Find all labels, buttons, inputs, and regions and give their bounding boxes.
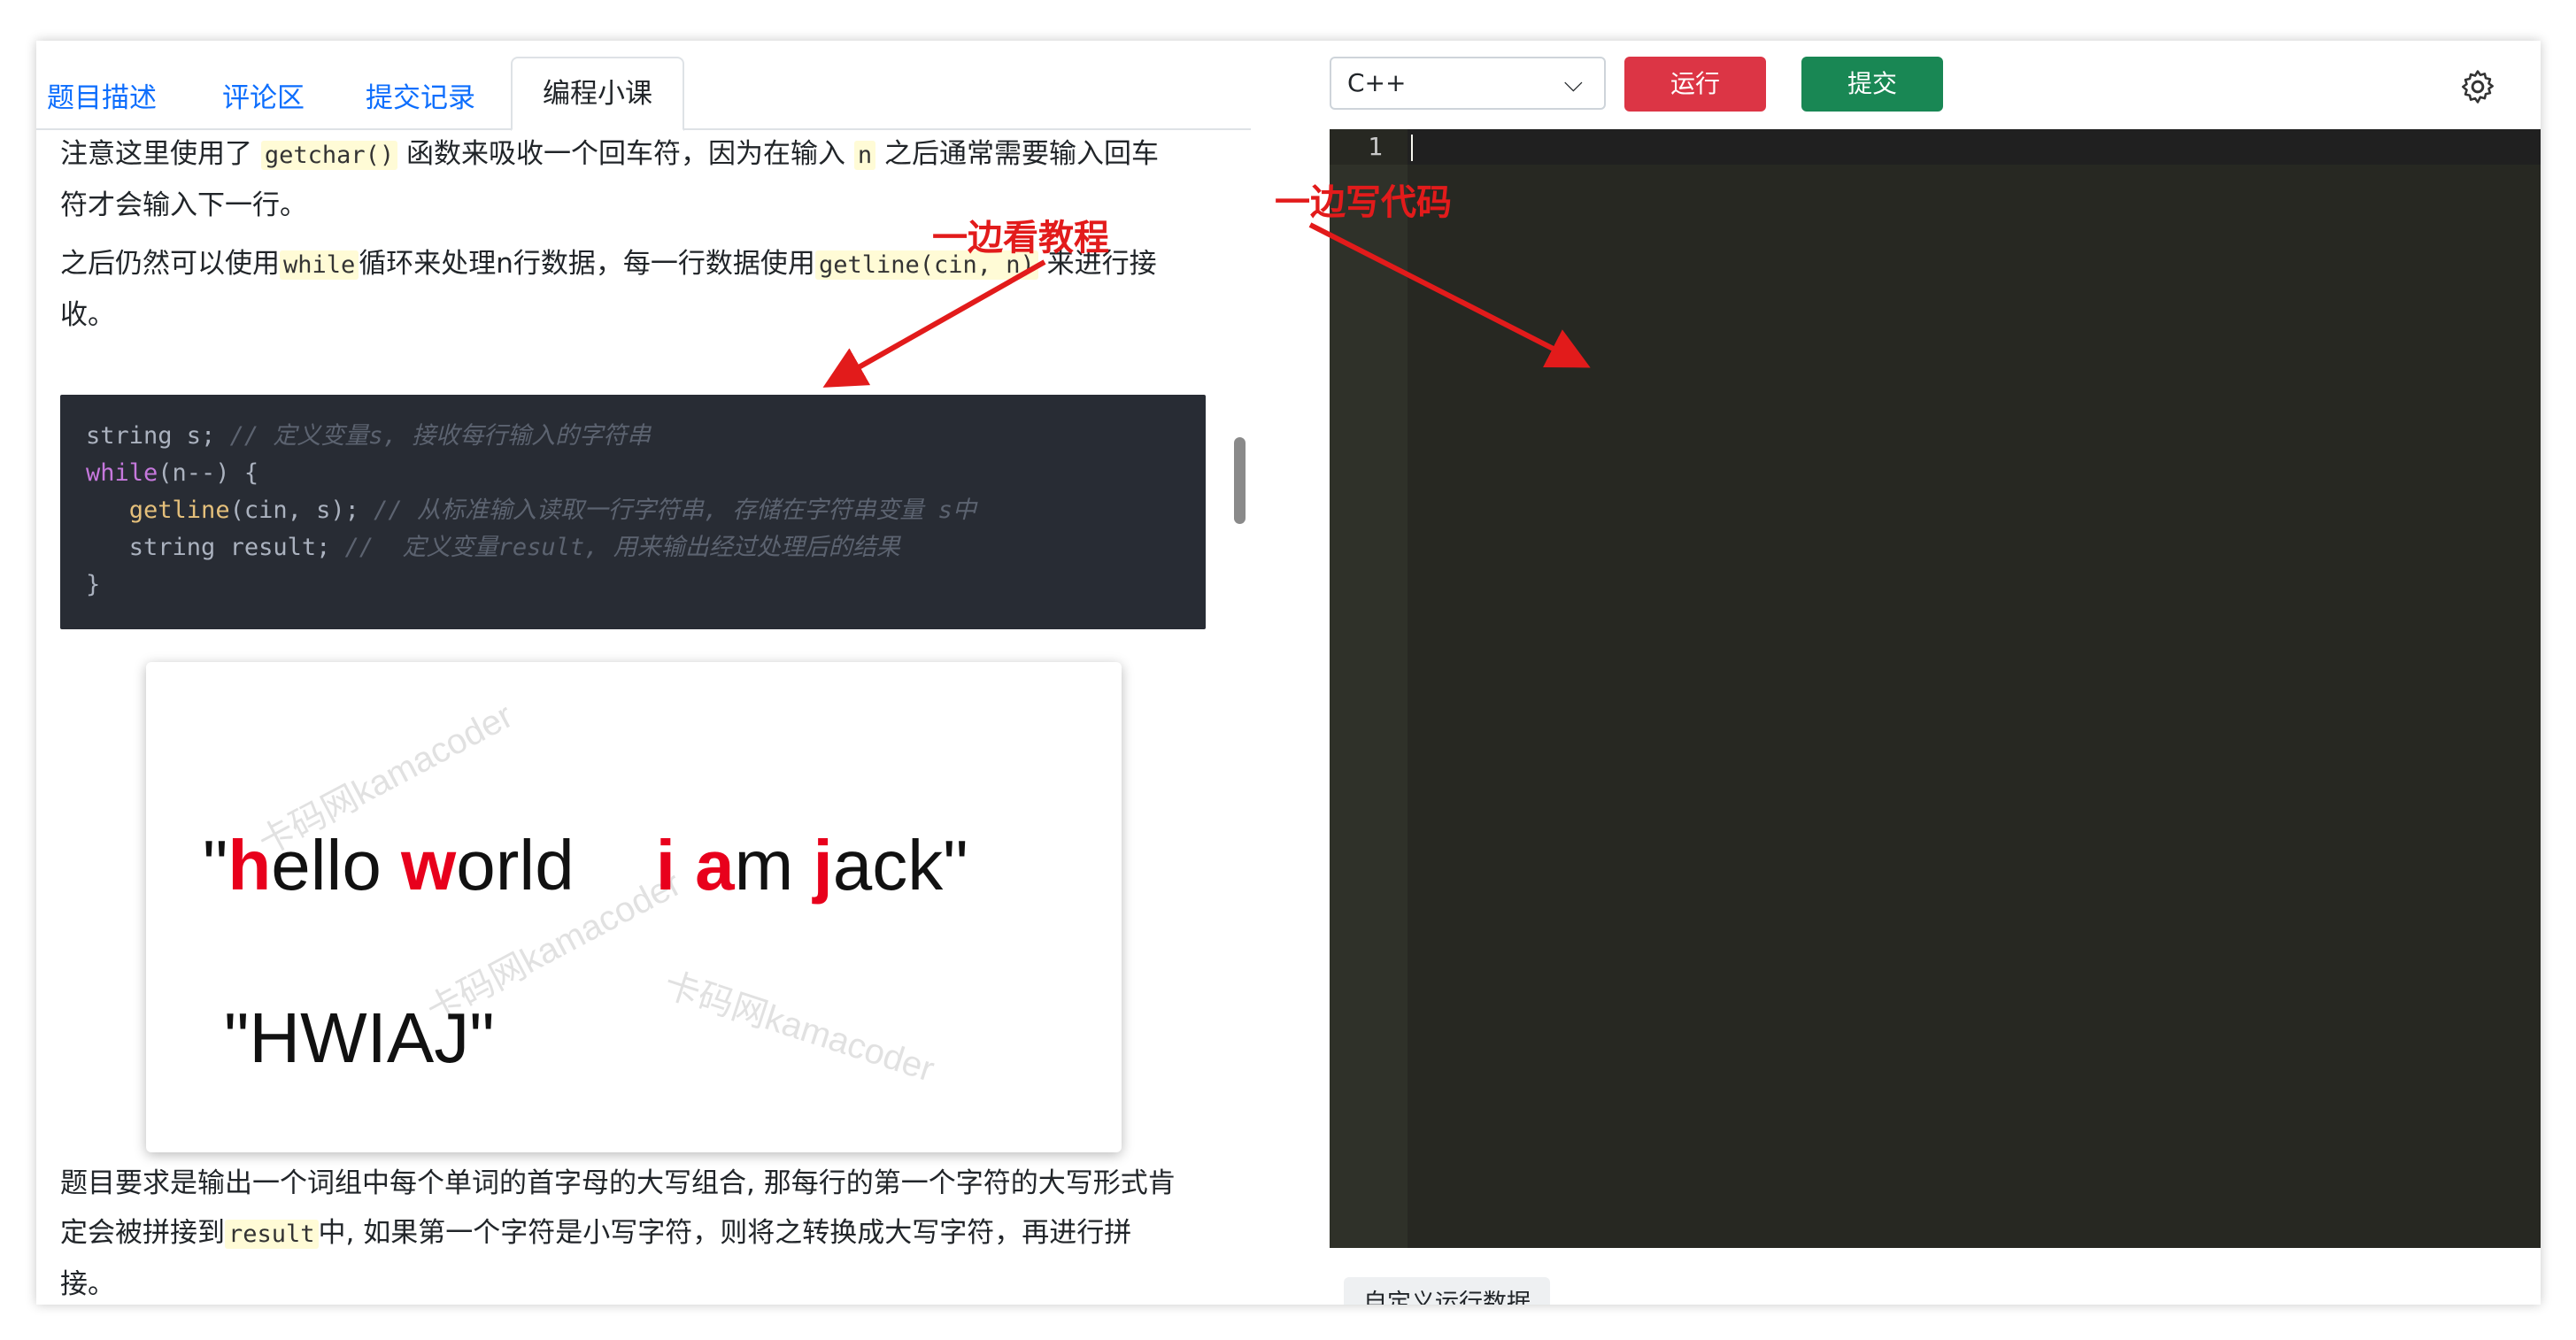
custom-run-data-button[interactable]: 自定义运行数据 (1344, 1277, 1550, 1305)
tab-comments[interactable]: 评论区 (222, 69, 305, 127)
watermark: 卡码网kamacoder (659, 965, 939, 1090)
inline-code: result (225, 1220, 319, 1249)
tab-programming-lesson[interactable]: 编程小课 (511, 57, 684, 131)
gear-icon[interactable] (2458, 67, 2497, 106)
inline-code: n (853, 141, 876, 170)
annotation-write-code: 一边写代码 (1275, 182, 1452, 223)
inline-code: while (280, 250, 359, 280)
tab-description[interactable]: 题目描述 (47, 69, 157, 127)
line-gutter: 1 (1330, 129, 1408, 1248)
illustration-image: 卡码网kamacoder 卡码网kamacoder 卡码网kamacoder "… (146, 662, 1122, 1152)
scrollbar-thumb[interactable] (1234, 437, 1246, 524)
text-cursor (1411, 135, 1413, 161)
code-editor[interactable]: 1 (1330, 129, 2541, 1248)
input-phrase: "hello world i am jack" (203, 826, 968, 905)
submit-button[interactable]: 提交 (1801, 57, 1943, 112)
line-number: 1 (1368, 132, 1383, 161)
code-block: string s; // 定义变量s, 接收每行输入的字符串 while(n--… (60, 395, 1206, 629)
annotation-watch-tutorial: 一边看教程 (932, 218, 1109, 258)
inline-code: getchar() (260, 141, 398, 170)
paragraph-result: 题目要求是输出一个词组中每个单词的首字母的大写组合, 那每行的第一个字符的大写形… (60, 1167, 1176, 1300)
app-window: 题目描述 评论区 提交记录 编程小课 注意这里使用了 getchar() 函数来… (36, 41, 2541, 1305)
result-phrase: "HWIAJ" (224, 998, 495, 1077)
chevron-down-icon: ⌵ (1563, 68, 1583, 97)
language-select[interactable]: C++ ⌵ (1330, 57, 1606, 110)
tab-submissions[interactable]: 提交记录 (366, 69, 475, 127)
language-value: C++ (1347, 68, 1407, 97)
editor-panel: C++ ⌵ 运行 提交 1 自定义运行数据 (1292, 41, 2541, 1305)
run-button[interactable]: 运行 (1624, 57, 1766, 112)
problem-tabs: 题目描述 评论区 提交记录 编程小课 (36, 57, 1251, 131)
active-line (1408, 129, 2541, 165)
